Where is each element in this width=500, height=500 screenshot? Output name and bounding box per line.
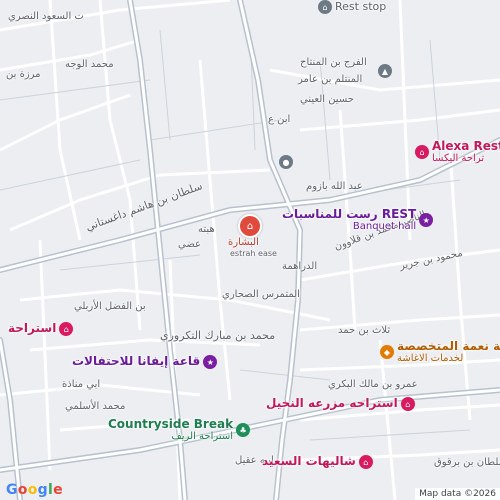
poi-place[interactable]: ● (279, 155, 293, 169)
street-label: بن الفضل الأربلي (74, 301, 146, 312)
poi-name: قاعة إيفانا للاحتفالات (72, 354, 201, 369)
logo-letter: e (53, 482, 63, 498)
selected-place-name: البشارة (228, 237, 259, 248)
banquet-icon: ★ (203, 355, 218, 369)
street-label: الفرج بن المنتاح (300, 57, 367, 68)
poi-sub: Rest stop (335, 0, 387, 13)
selected-place-sub: estrah ease (230, 249, 277, 258)
poi-alexa[interactable]: ⌂ Alexa Rest Pla تراحة اليكسا (415, 139, 500, 165)
poi-name: استراحة (8, 321, 57, 336)
poi-sub: استراحة الريف (171, 431, 234, 443)
street-label: ثلاث بن حمد (338, 325, 391, 336)
poi-rest-banquet[interactable]: ★ رست للمناسبات REST Banquet hall (282, 207, 434, 233)
hotel-icon: ⌂ (415, 145, 429, 160)
poi-rest-stop[interactable]: ⌂ Rest stop (318, 0, 386, 14)
place-icon: ● (279, 155, 293, 169)
street-label: عبد الله بازوم (306, 181, 363, 192)
street-label: محمد بن مبارك التكروري (160, 329, 276, 342)
poi-name: شاليهات السعيد (262, 454, 356, 469)
street-label: المتمرس الصحاري (222, 289, 300, 300)
poi-sub: لخدمات الاغاشة (397, 353, 464, 365)
poi-landmark[interactable]: ▲ (378, 64, 392, 78)
street-label: ت السعود النصري (8, 11, 84, 22)
poi-sub: Banquet hall (352, 221, 417, 233)
street-label: مرزة بن (6, 69, 41, 80)
park-icon: ♣ (236, 423, 251, 438)
logo-letter: o (27, 482, 38, 498)
street-label: الدراهمة (282, 261, 318, 272)
street-label: ابي مناذة (62, 379, 101, 390)
street-label: محمد الأسلمي (65, 401, 126, 412)
map-canvas[interactable]: ت السعود النصري الفرج بن المنتاح المنتلم… (0, 0, 500, 500)
rest-stop-icon: ⌂ (318, 0, 332, 14)
hotel-icon: ⌂ (358, 455, 373, 469)
street-label: حسين العيني (300, 94, 354, 105)
banquet-icon: ★ (419, 213, 434, 228)
poi-nakheel[interactable]: استراحه مزرعه النخيل ⌂ (266, 397, 415, 411)
hotel-icon: ⌂ (59, 322, 74, 336)
street-label: هبته (198, 224, 215, 235)
landmark-icon: ▲ (378, 64, 392, 78)
poi-sub: تراحة اليكسا (432, 153, 485, 165)
service-icon: ◆ (380, 345, 394, 360)
hotel-icon: ⌂ (400, 397, 415, 411)
map-attribution[interactable]: Map data ©2026 (415, 488, 500, 500)
poi-countryside[interactable]: Countryside Break استراحة الريف ♣ (108, 417, 251, 443)
logo-letter: o (17, 482, 28, 498)
poi-name: Alexa Rest Pla (432, 139, 500, 153)
poi-name: Countryside Break (108, 417, 234, 431)
poi-naema[interactable]: ◆ شركة نعمة المتخصصة لخدمات الاغاشة (380, 339, 500, 365)
street-label: محمد الوجه (65, 59, 114, 70)
street-label: عمرو بن مالك البكري (328, 379, 418, 390)
poi-qaat-iyfana[interactable]: قاعة إيفانا للاحتفالات ★ (72, 354, 218, 369)
logo-letter: g (37, 482, 48, 498)
poi-name: رست للمناسبات REST (282, 207, 417, 221)
logo-letter: G (6, 482, 18, 498)
poi-name: استراحه مزرعه النخيل (266, 396, 398, 411)
poi-name: شركة نعمة المتخصصة (397, 339, 500, 353)
poi-istiraha-left[interactable]: استراحة ⌂ (8, 321, 74, 336)
selected-place-pin[interactable]: ⌂ (238, 214, 262, 238)
street-label: ابن ع (268, 114, 291, 125)
street-label: عضي (178, 239, 201, 250)
street-label: السلطان بن برقوق (434, 457, 500, 468)
poi-shaleehat[interactable]: شاليهات السعيد ⌂ (262, 455, 373, 469)
google-logo: Google (6, 482, 63, 498)
street-label: المنتلم بن عامر (298, 74, 363, 85)
